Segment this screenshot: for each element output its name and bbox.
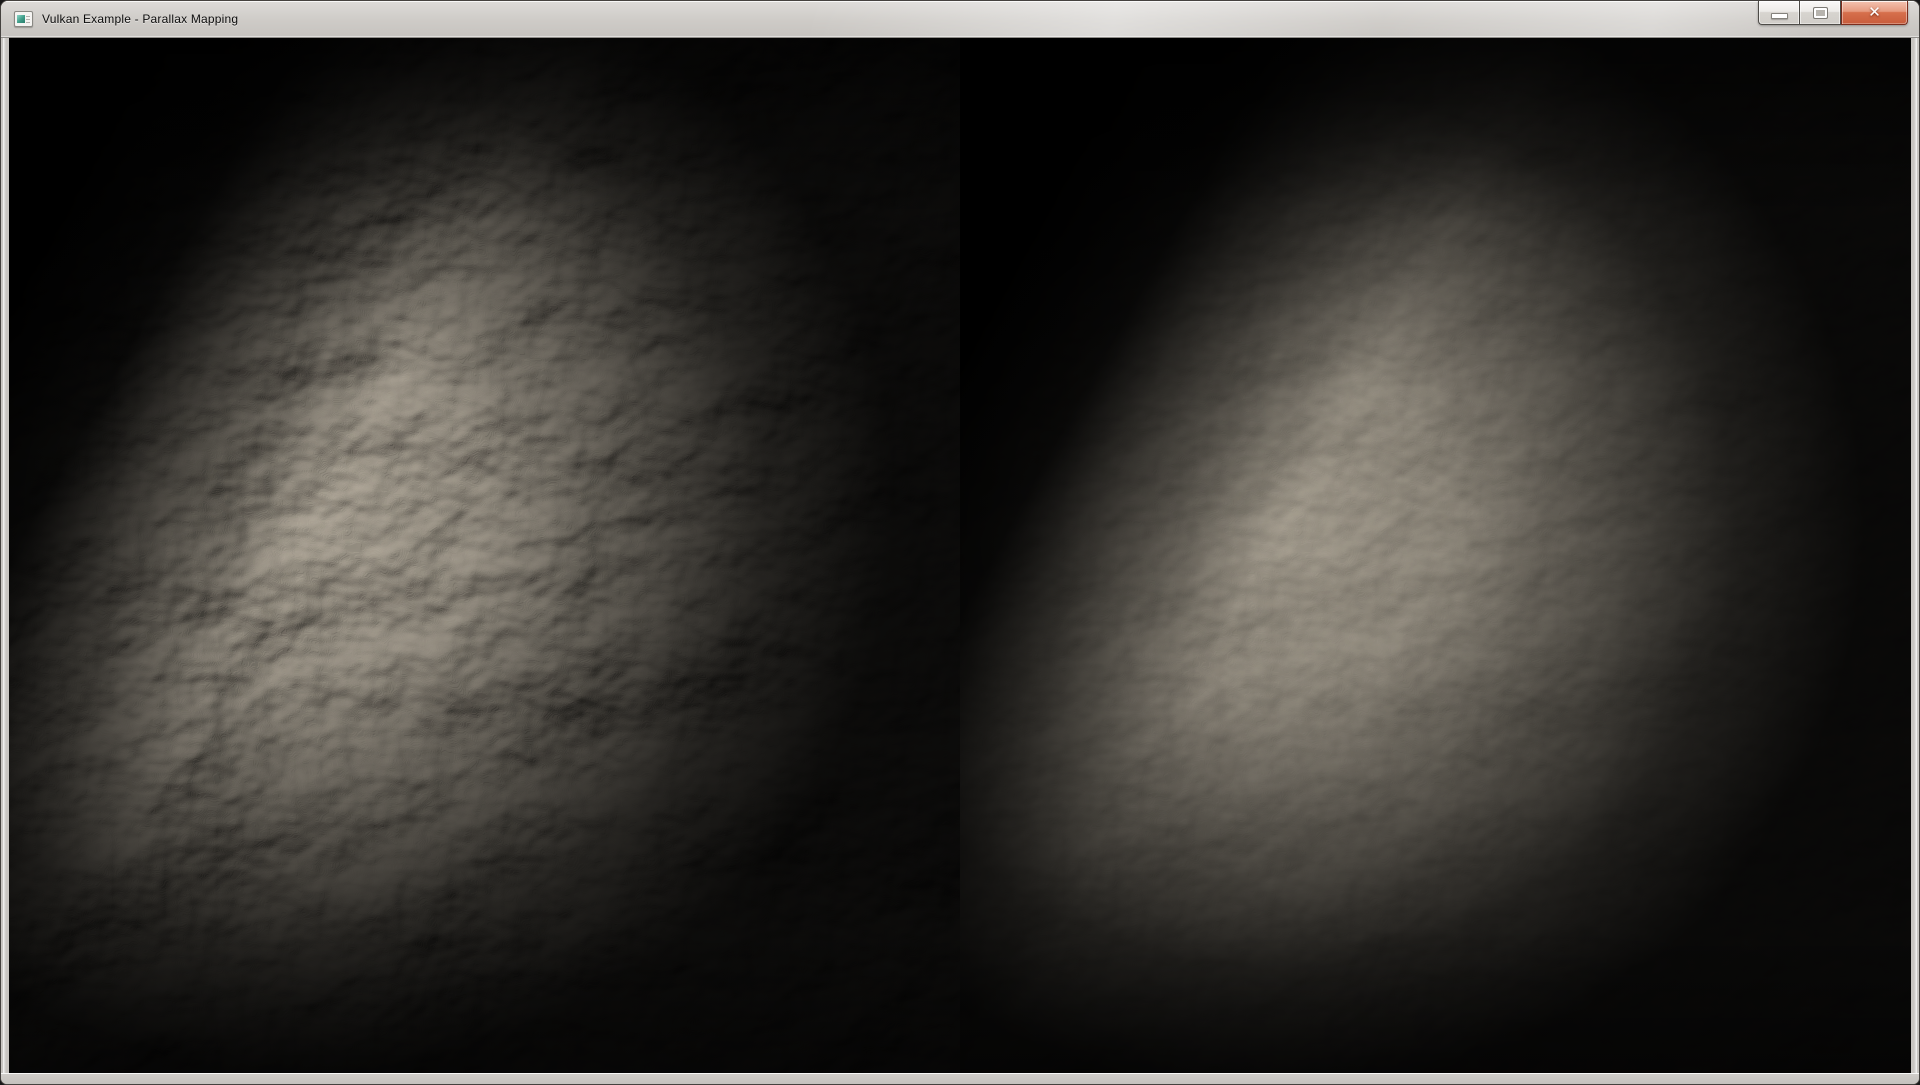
frame-highlight-right [1914, 38, 1917, 1073]
render-view-left[interactable] [9, 38, 960, 1073]
maximize-icon [1813, 7, 1828, 19]
caption-buttons: ✕ [1758, 1, 1908, 25]
window-title: Vulkan Example - Parallax Mapping [42, 12, 238, 26]
titlebar-glass-sheen [1, 1, 1919, 37]
frame-highlight-left [3, 38, 6, 1073]
application-icon[interactable] [14, 11, 33, 27]
close-icon: ✕ [1868, 5, 1881, 20]
application-icon-pane [17, 15, 25, 23]
application-icon-lines [26, 16, 30, 23]
minimize-button[interactable] [1758, 1, 1799, 25]
render-view-right[interactable] [960, 38, 1911, 1073]
close-button[interactable]: ✕ [1841, 1, 1908, 25]
app-window: Vulkan Example - Parallax Mapping ✕ [0, 0, 1920, 1085]
titlebar[interactable]: Vulkan Example - Parallax Mapping [1, 1, 1919, 38]
render-area [1, 38, 1919, 1073]
minimize-icon [1771, 13, 1788, 19]
rock-render-right [960, 38, 1911, 1073]
maximize-button[interactable] [1799, 1, 1841, 25]
window-bottom-frame [1, 1073, 1919, 1084]
rock-render-left [9, 38, 960, 1073]
